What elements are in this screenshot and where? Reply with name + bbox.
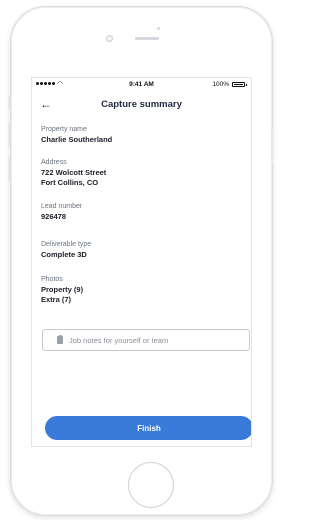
- sensor-dot: [157, 27, 160, 30]
- property-name-label: Property name: [41, 126, 87, 133]
- address-label: Address: [41, 159, 67, 166]
- deliverable-type-field: Deliverable type Complete 3D: [41, 240, 91, 260]
- photos-extra: Extra (7): [41, 295, 72, 304]
- lead-number-value: 926478: [41, 212, 67, 221]
- address-field: Address 722 Wolcott Street Fort Collins,…: [41, 158, 106, 188]
- app-screen: ◠ 9:41 AM 100% ← Capture summary Propert…: [31, 77, 252, 447]
- property-name-field: Property name Charlie Southerland: [41, 125, 112, 145]
- battery-percent: 100%: [212, 81, 229, 88]
- clipboard-icon: [57, 334, 63, 344]
- job-notes-input[interactable]: Job notes for yourself or team: [42, 329, 250, 351]
- deliverable-type-value: Complete 3D: [41, 250, 87, 259]
- side-button-power: [271, 128, 273, 164]
- battery-icon: [232, 82, 247, 87]
- side-button-volume-up: [8, 122, 10, 148]
- lead-number-field: Lead number 926478: [41, 202, 82, 222]
- side-button-mute: [8, 96, 10, 110]
- job-notes-placeholder: Job notes for yourself or team: [69, 335, 169, 345]
- nav-bar: ← Capture summary: [32, 96, 251, 114]
- address-line2: Fort Collins, CO: [41, 178, 99, 187]
- earpiece-speaker: [135, 37, 159, 40]
- page-title: Capture summary: [101, 99, 182, 110]
- photos-property: Property (9): [41, 285, 84, 294]
- photos-label: Photos: [41, 276, 63, 283]
- photos-field: Photos Property (9) Extra (7): [41, 275, 83, 305]
- side-button-volume-down: [8, 156, 10, 182]
- address-line1: 722 Wolcott Street: [41, 168, 107, 177]
- home-button[interactable]: [128, 462, 174, 508]
- property-name-value: Charlie Southerland: [41, 135, 113, 144]
- status-bar: ◠ 9:41 AM 100%: [32, 78, 251, 92]
- lead-number-label: Lead number: [41, 203, 83, 210]
- finish-button[interactable]: Finish: [45, 416, 251, 440]
- deliverable-type-label: Deliverable type: [41, 241, 92, 248]
- front-camera: [106, 35, 113, 42]
